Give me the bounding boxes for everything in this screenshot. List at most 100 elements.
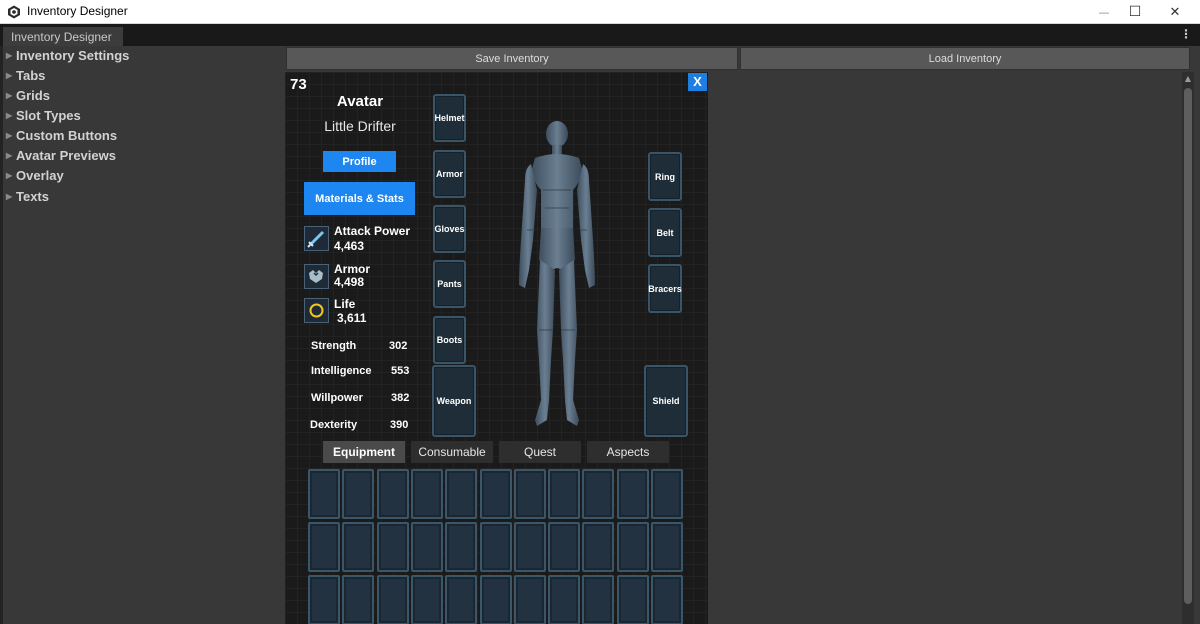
inventory-grid-cell[interactable]: [513, 575, 546, 624]
life-ring-icon: [304, 298, 329, 323]
expand-arrow-icon: ▶: [6, 91, 13, 100]
expand-arrow-icon: ▶: [6, 71, 13, 80]
expand-arrow-icon: ▶: [6, 151, 13, 160]
weapon-slot[interactable]: Weapon: [432, 365, 476, 437]
inventory-grid-cell[interactable]: [308, 522, 340, 572]
expand-arrow-icon: ▶: [6, 131, 13, 140]
tab-label: Inventory Designer: [11, 30, 112, 44]
boots-slot[interactable]: Boots: [433, 316, 466, 364]
inventory-grid-cell[interactable]: [342, 575, 375, 624]
willpower-value: 382: [391, 392, 410, 404]
expand-arrow-icon: ▶: [6, 192, 13, 201]
inventory-grid-cell[interactable]: [582, 469, 615, 519]
unity-logo-icon: [8, 5, 20, 19]
sword-icon: [304, 226, 329, 251]
sidebar-item-label: Slot Types: [16, 108, 81, 123]
belt-slot[interactable]: Belt: [648, 208, 682, 257]
tab-aspects-label: Aspects: [606, 445, 650, 459]
sidebar-item-label: Inventory Settings: [16, 48, 130, 63]
sidebar-item-grids[interactable]: ▶ Grids: [6, 88, 50, 106]
sidebar-edge: [0, 46, 3, 624]
intelligence-label: Intelligence: [311, 365, 372, 377]
tab-quest[interactable]: Quest: [499, 441, 581, 463]
inventory-grid-cell[interactable]: [445, 522, 478, 572]
kebab-menu-icon[interactable]: ⋮: [1180, 27, 1192, 41]
armor-slot[interactable]: Armor: [433, 150, 466, 198]
inventory-grid-cell[interactable]: [445, 575, 478, 624]
sidebar-item-texts[interactable]: ▶ Texts: [6, 189, 49, 207]
sidebar-item-label: Custom Buttons: [16, 128, 118, 143]
close-icon: ✕: [1169, 4, 1181, 20]
materials-stats-label: Materials & Stats: [315, 192, 404, 205]
close-inventory-button[interactable]: X: [688, 73, 707, 91]
inventory-grid-cell[interactable]: [308, 469, 340, 519]
sidebar-item-tabs[interactable]: ▶ Tabs: [6, 68, 45, 86]
inventory-grid-cell[interactable]: [548, 575, 581, 624]
sidebar-item-custom-buttons[interactable]: ▶ Custom Buttons: [6, 128, 117, 146]
maximize-icon: ☐: [1128, 4, 1142, 20]
inventory-grid-cell[interactable]: [342, 522, 375, 572]
expand-arrow-icon: ▶: [6, 111, 13, 120]
tab-consumable[interactable]: Consumable: [411, 441, 493, 463]
materials-stats-button[interactable]: Materials & Stats: [304, 182, 415, 215]
save-inventory-button[interactable]: Save Inventory: [286, 47, 738, 70]
ring-slot[interactable]: Ring: [648, 152, 682, 201]
inventory-grid-cell[interactable]: [513, 469, 546, 519]
tab-equipment[interactable]: Equipment: [323, 441, 405, 463]
scrollbar-thumb[interactable]: [1184, 88, 1192, 604]
sidebar-item-inventory-settings[interactable]: ▶ Inventory Settings: [6, 48, 129, 66]
armor-icon: [304, 264, 329, 289]
tab-aspects[interactable]: Aspects: [587, 441, 669, 463]
shield-slot[interactable]: Shield: [644, 365, 688, 437]
inventory-grid-cell[interactable]: [479, 469, 512, 519]
gloves-slot[interactable]: Gloves: [433, 205, 466, 253]
inventory-grid-cell[interactable]: [410, 575, 443, 624]
avatar-mannequin-figure: [519, 121, 595, 426]
inventory-grid-cell[interactable]: [479, 575, 512, 624]
window-title: Inventory Designer: [27, 4, 128, 18]
inventory-grid-cell[interactable]: [445, 469, 478, 519]
pants-slot[interactable]: Pants: [433, 260, 466, 308]
inventory-grid-cell[interactable]: [513, 522, 546, 572]
inventory-grid-cell[interactable]: [308, 575, 340, 624]
inventory-grid-cell[interactable]: [548, 522, 581, 572]
editor-tab-bar: Inventory Designer ⋮: [0, 24, 1200, 46]
inventory-grid-cell[interactable]: [376, 522, 409, 572]
sidebar-item-avatar-previews[interactable]: ▶ Avatar Previews: [6, 148, 116, 166]
inventory-grid-cell[interactable]: [479, 522, 512, 572]
window-right-edge: [1194, 46, 1200, 624]
close-window-button[interactable]: ✕: [1155, 0, 1195, 24]
sidebar-item-overlay[interactable]: ▶ Overlay: [6, 168, 64, 186]
avatar-name: Little Drifter: [324, 118, 396, 134]
inventory-grid-cell[interactable]: [616, 522, 649, 572]
profile-button[interactable]: Profile: [323, 151, 396, 172]
inventory-grid-cell[interactable]: [616, 575, 649, 624]
inventory-grid-cell[interactable]: [376, 469, 409, 519]
inventory-grid-cell[interactable]: [616, 469, 649, 519]
bracers-slot[interactable]: Bracers: [648, 264, 682, 313]
tab-inventory-designer[interactable]: Inventory Designer: [3, 27, 123, 46]
load-inventory-label: Load Inventory: [928, 52, 1002, 65]
inventory-grid-cell[interactable]: [342, 469, 375, 519]
inventory-grid-cell[interactable]: [582, 575, 615, 624]
armor-label: Armor: [334, 262, 371, 276]
inventory-grid-cell[interactable]: [651, 575, 683, 624]
scroll-up-arrow-icon[interactable]: ▲: [1182, 74, 1194, 86]
sidebar-item-slot-types[interactable]: ▶ Slot Types: [6, 108, 81, 126]
load-inventory-button[interactable]: Load Inventory: [740, 47, 1190, 70]
window-titlebar: Inventory Designer — ☐ ✕: [0, 0, 1200, 24]
character-level: 73: [290, 76, 307, 93]
dexterity-label: Dexterity: [310, 419, 358, 431]
vertical-scrollbar[interactable]: ▲: [1182, 72, 1194, 624]
inventory-grid-cell[interactable]: [582, 522, 615, 572]
inventory-grid-cell[interactable]: [651, 469, 683, 519]
maximize-button[interactable]: ☐: [1115, 0, 1155, 24]
inventory-grid-cell[interactable]: [410, 469, 443, 519]
inventory-grid-cell[interactable]: [548, 469, 581, 519]
inventory-grid-cell[interactable]: [410, 522, 443, 572]
sidebar-item-label: Grids: [16, 88, 50, 103]
helmet-slot[interactable]: Helmet: [433, 94, 466, 142]
inventory-grid-cell[interactable]: [651, 522, 683, 572]
inventory-grid-cell[interactable]: [376, 575, 409, 624]
life-label: Life: [334, 297, 356, 311]
